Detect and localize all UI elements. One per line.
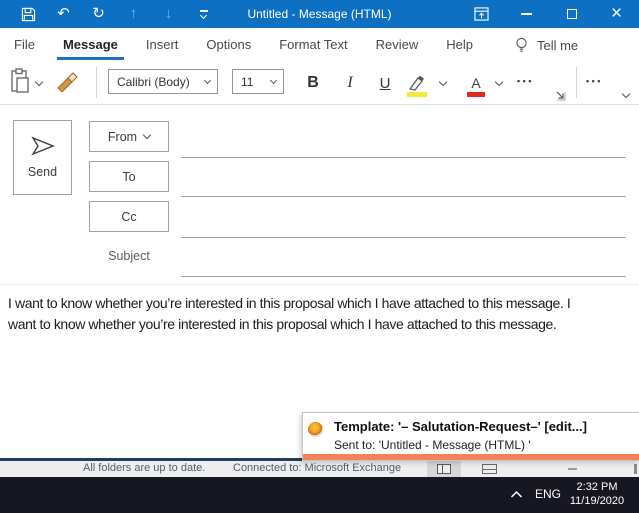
chevron-down-icon: [269, 76, 278, 84]
ribbon-display-options-icon[interactable]: [459, 0, 504, 28]
message-header: Send From To Cc Subject: [0, 105, 639, 285]
from-field[interactable]: [181, 157, 626, 158]
cc-button[interactable]: Cc: [89, 201, 169, 232]
undo-icon[interactable]: ↶: [55, 0, 72, 28]
tab-insert[interactable]: Insert: [146, 28, 179, 62]
tab-format-text[interactable]: Format Text: [279, 28, 347, 62]
ribbon-separator: [576, 67, 577, 98]
tell-me-box[interactable]: Tell me: [515, 28, 578, 62]
tab-message[interactable]: Message: [56, 28, 124, 62]
font-color-dropdown-icon[interactable]: [494, 77, 504, 87]
font-size-value: 11: [241, 74, 254, 89]
move-down-icon[interactable]: ↓: [160, 0, 177, 28]
underline-button[interactable]: U: [373, 70, 397, 96]
italic-button[interactable]: I: [338, 70, 362, 96]
tell-me-label: Tell me: [536, 37, 579, 53]
from-label: From: [107, 129, 138, 144]
font-size-select[interactable]: 11: [232, 69, 284, 94]
quick-access-toolbar: ↶ ↻ ↑ ↓: [20, 0, 212, 28]
reading-view-icon[interactable]: [482, 464, 497, 474]
dialog-launcher-icon[interactable]: [556, 91, 566, 101]
subject-field[interactable]: [181, 276, 626, 277]
send-button[interactable]: Send: [13, 120, 72, 195]
clock[interactable]: 2:32 PM 11/19/2020: [561, 480, 633, 508]
cc-label: Cc: [121, 209, 137, 224]
template-title[interactable]: Template: '– Salutation-Request–' [edit.…: [334, 419, 587, 434]
clipboard-icon: [11, 68, 29, 93]
zoom-slider-thumb[interactable]: [634, 464, 637, 474]
format-painter-icon: [57, 72, 78, 92]
normal-view-button[interactable]: [427, 461, 461, 477]
format-painter-button[interactable]: [56, 72, 78, 92]
chevron-down-icon: [142, 130, 152, 140]
ribbon-tabs: File Message Insert Options Format Text …: [0, 28, 639, 62]
to-field[interactable]: [181, 196, 626, 197]
normal-view-icon: [437, 464, 451, 474]
from-button[interactable]: From: [89, 121, 169, 152]
template-toast[interactable]: Template: '– Salutation-Request–' [edit.…: [302, 412, 639, 461]
template-sent-to: Sent to: 'Untitled - Message (HTML) ': [334, 438, 531, 452]
font-color-swatch: [467, 92, 485, 97]
highlight-dropdown-icon[interactable]: [438, 77, 448, 87]
highlight-color-swatch: [407, 92, 427, 97]
template-orb-icon: [308, 422, 323, 437]
redo-icon[interactable]: ↻: [90, 0, 107, 28]
paste-button[interactable]: [10, 68, 30, 94]
font-color-button[interactable]: A: [464, 69, 488, 97]
clock-date: 11/19/2020: [569, 495, 625, 507]
maximize-button[interactable]: [549, 0, 594, 28]
highlight-color-button[interactable]: [405, 69, 429, 97]
paste-dropdown-icon[interactable]: [34, 77, 44, 87]
to-label: To: [122, 169, 136, 184]
body-text-line: want to know whether you’re interested i…: [8, 316, 557, 332]
collapse-ribbon-icon[interactable]: [621, 89, 631, 99]
subject-label: Subject: [108, 249, 150, 263]
body-text-line: I want to know whether you’re interested…: [8, 295, 571, 311]
tab-review[interactable]: Review: [376, 28, 419, 62]
status-bar: All folders are up to date. Connected to…: [0, 461, 639, 477]
more-font-options-icon[interactable]: •••: [517, 76, 534, 86]
highlighter-icon: [408, 75, 424, 91]
close-button[interactable]: ×: [594, 0, 639, 28]
tab-options[interactable]: Options: [206, 28, 251, 62]
send-plane-icon: [30, 136, 55, 156]
ribbon-toolbar: Calibri (Body) 11 B I U A ••• •••: [0, 62, 639, 105]
ribbon-separator: [96, 67, 97, 98]
save-icon[interactable]: [20, 0, 37, 28]
minimize-button[interactable]: [504, 0, 549, 28]
language-indicator[interactable]: ENG: [535, 487, 561, 501]
tab-file[interactable]: File: [14, 28, 35, 62]
tray-expand-icon[interactable]: [510, 490, 523, 499]
template-accent-bar: [303, 454, 639, 460]
send-label: Send: [27, 165, 58, 179]
message-body-editor[interactable]: I want to know whether you’re interested…: [8, 293, 637, 335]
folders-status: All folders are up to date.: [83, 462, 206, 474]
lightbulb-icon: [515, 37, 528, 54]
to-button[interactable]: To: [89, 161, 169, 192]
window-controls: ×: [459, 0, 639, 28]
bold-button[interactable]: B: [301, 70, 325, 96]
move-up-icon[interactable]: ↑: [125, 0, 142, 28]
more-commands-icon[interactable]: •••: [586, 76, 603, 86]
clock-time: 2:32 PM: [576, 481, 618, 493]
zoom-slider[interactable]: [568, 468, 577, 470]
font-name-select[interactable]: Calibri (Body): [108, 69, 218, 94]
windows-taskbar: ENG 2:32 PM 11/19/2020: [0, 477, 639, 513]
title-bar: ↶ ↻ ↑ ↓ Untitled - Message (HTML) ×: [0, 0, 639, 28]
tab-help[interactable]: Help: [446, 28, 473, 62]
cc-field[interactable]: [181, 237, 626, 238]
chevron-down-icon: [203, 76, 212, 84]
connection-status: Connected to: Microsoft Exchange: [233, 462, 402, 474]
customize-quick-access-icon[interactable]: [195, 0, 212, 28]
font-color-letter: A: [471, 75, 481, 91]
header-body-divider: [0, 284, 639, 285]
font-name-value: Calibri (Body): [117, 74, 190, 89]
outlook-message-window: ↶ ↻ ↑ ↓ Untitled - Message (HTML) × File…: [0, 0, 639, 513]
